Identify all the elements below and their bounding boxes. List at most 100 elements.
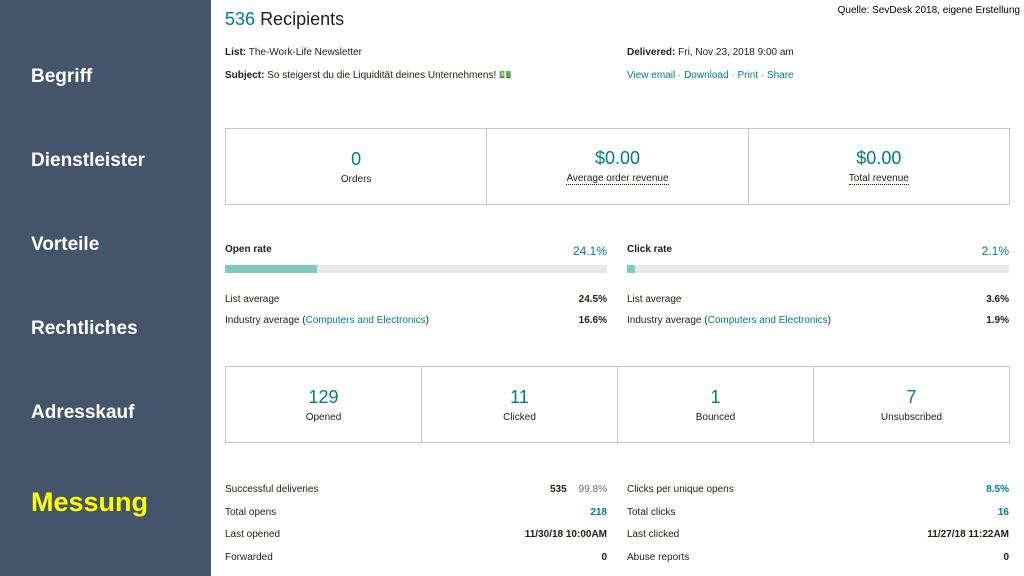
delivered-meta: Delivered: Fri, Nov 23, 2018 9:00 am [627, 47, 794, 58]
share-link[interactable]: Share [767, 70, 794, 81]
click-list-average-row: List average 3.6% [627, 294, 1009, 305]
detail-label: Last clicked [627, 529, 680, 541]
total-revenue-label[interactable]: Total revenue [848, 173, 909, 185]
engagement-stats: 129 Opened 11 Clicked 1 Bounced 7 Unsubs… [225, 366, 1010, 443]
avg-order-revenue-stat: $0.00 Average order revenue [487, 129, 749, 204]
delivered-value: Fri, Nov 23, 2018 9:00 am [678, 47, 794, 58]
recipients-word: Recipients [260, 9, 345, 29]
total-revenue-stat: $0.00 Total revenue [749, 129, 1009, 204]
last-clicked-row: Last clicked 11/27/18 11:22AM [627, 523, 1009, 546]
opened-stat[interactable]: 129 Opened [226, 367, 422, 442]
successful-deliveries-row: Successful deliveries 535 99.8% [225, 478, 607, 501]
bounced-stat[interactable]: 1 Bounced [618, 367, 814, 442]
total-revenue-value: $0.00 [856, 148, 902, 168]
opened-label: Opened [305, 411, 342, 423]
click-rate-section: Click rate 2.1% List average 3.6% Indust… [627, 244, 1009, 326]
open-rate-bar-fill [225, 265, 318, 273]
unsubscribed-label: Unsubscribed [880, 411, 943, 423]
clicks-per-unique-opens-row: Clicks per unique opens 8.5% [627, 478, 1009, 501]
clicked-stat[interactable]: 11 Clicked [422, 367, 618, 442]
detail-label: Total opens [225, 506, 277, 518]
sidebar-item-adresskauf[interactable]: Adresskauf [31, 402, 135, 424]
clicked-value: 11 [510, 386, 529, 407]
detail-value: 11/27/18 11:22AM [927, 529, 1009, 541]
view-email-link[interactable]: View email [627, 70, 675, 81]
revenue-stats: 0 Orders $0.00 Average order revenue $0.… [225, 128, 1010, 205]
last-opened-row: Last opened 11/30/18 10:00AM [225, 523, 607, 546]
click-rate-bar-fill [627, 265, 636, 273]
subject-label: Subject: [225, 70, 265, 81]
report-panel: 536 Recipients List: The-Work-Life Newsl… [225, 0, 1010, 576]
orders-value: 0 [351, 148, 362, 169]
detail-label: Clicks per unique opens [627, 483, 734, 495]
list-average-value: 24.5% [578, 294, 607, 305]
click-rate-header: Click rate 2.1% [627, 244, 1009, 258]
open-industry-average-row: Industry average (Computers and Electron… [225, 315, 607, 326]
list-meta: List: The-Work-Life Newsletter [225, 47, 362, 58]
list-average-label: List average [225, 294, 280, 305]
total-clicks-row: Total clicks 16 [627, 501, 1009, 524]
industry-link[interactable]: Computers and Electronics [306, 315, 426, 326]
list-average-value: 3.6% [986, 294, 1009, 305]
detail-label: Abuse reports [627, 551, 690, 563]
click-industry-average-row: Industry average (Computers and Electron… [627, 315, 1009, 326]
open-rate-value: 24.1% [572, 244, 607, 258]
click-rate-bar [627, 265, 1009, 273]
clicked-label: Clicked [503, 411, 536, 423]
delivered-label: Delivered: [627, 47, 676, 58]
detail-value: 11/30/18 10:00AM [524, 529, 607, 541]
sidebar-item-begriff[interactable]: Begriff [31, 66, 92, 88]
action-links: View email · Download · Print · Share [627, 70, 794, 81]
click-details: Clicks per unique opens 8.5% Total click… [627, 478, 1009, 569]
list-value: The-Work-Life Newsletter [248, 47, 362, 58]
industry-suffix: ) [827, 315, 832, 326]
open-rate-label: Open rate [225, 244, 272, 255]
sidebar: Begriff Dienstleister Vorteile Rechtlich… [0, 0, 211, 576]
detail-label: Forwarded [225, 551, 273, 563]
sidebar-item-rechtliches[interactable]: Rechtliches [31, 318, 138, 340]
open-rate-section: Open rate 24.1% List average 24.5% Indus… [225, 244, 607, 326]
bounced-label: Bounced [695, 411, 736, 423]
click-rate-value: 2.1% [981, 244, 1009, 258]
clicks-per-unique-opens-link[interactable]: 8.5% [986, 484, 1009, 495]
total-opens-row: Total opens 218 [225, 501, 607, 524]
orders-stat: 0 Orders [226, 129, 488, 204]
download-link[interactable]: Download [684, 70, 728, 81]
industry-average-value: 16.6% [578, 315, 607, 326]
detail-value: 0 [601, 551, 607, 563]
list-average-label: List average [627, 294, 682, 305]
sidebar-item-messung[interactable]: Messung [31, 487, 148, 518]
detail-label: Successful deliveries [225, 483, 319, 495]
open-rate-bar [225, 265, 607, 273]
subject-value: So steigerst du die Liquidität deines Un… [267, 70, 512, 81]
unsubscribed-value: 7 [906, 386, 917, 407]
industry-average-label: Industry average (Computers and Electron… [627, 315, 831, 326]
detail-percent: 99.8% [578, 483, 607, 495]
list-label: List: [225, 47, 247, 58]
avg-order-revenue-label[interactable]: Average order revenue [566, 173, 669, 185]
detail-label: Total clicks [627, 506, 676, 518]
industry-prefix: Industry average ( [627, 315, 708, 326]
forwarded-row: Forwarded 0 [225, 546, 607, 569]
industry-link[interactable]: Computers and Electronics [708, 315, 828, 326]
orders-label: Orders [340, 173, 372, 185]
open-list-average-row: List average 24.5% [225, 294, 607, 305]
total-opens-link[interactable]: 218 [590, 507, 607, 518]
avg-order-revenue-value: $0.00 [594, 148, 641, 168]
industry-average-label: Industry average (Computers and Electron… [225, 315, 429, 326]
separator: · [677, 70, 682, 81]
click-rate-label: Click rate [627, 244, 673, 255]
industry-prefix: Industry average ( [225, 315, 306, 326]
delivery-details: Successful deliveries 535 99.8% Total ope… [225, 478, 607, 569]
sidebar-item-dienstleister[interactable]: Dienstleister [31, 150, 145, 172]
total-clicks-link[interactable]: 16 [998, 507, 1009, 518]
detail-label: Last opened [225, 529, 281, 541]
unsubscribed-stat[interactable]: 7 Unsubscribed [814, 367, 1009, 442]
recipient-count: 536 [225, 9, 256, 29]
detail-value: 0 [1003, 551, 1009, 563]
sidebar-item-vorteile[interactable]: Vorteile [31, 234, 99, 256]
page-title: 536 Recipients [225, 9, 344, 30]
detail-value: 535 [549, 483, 567, 495]
print-link[interactable]: Print [737, 70, 758, 81]
industry-suffix: ) [425, 315, 430, 326]
